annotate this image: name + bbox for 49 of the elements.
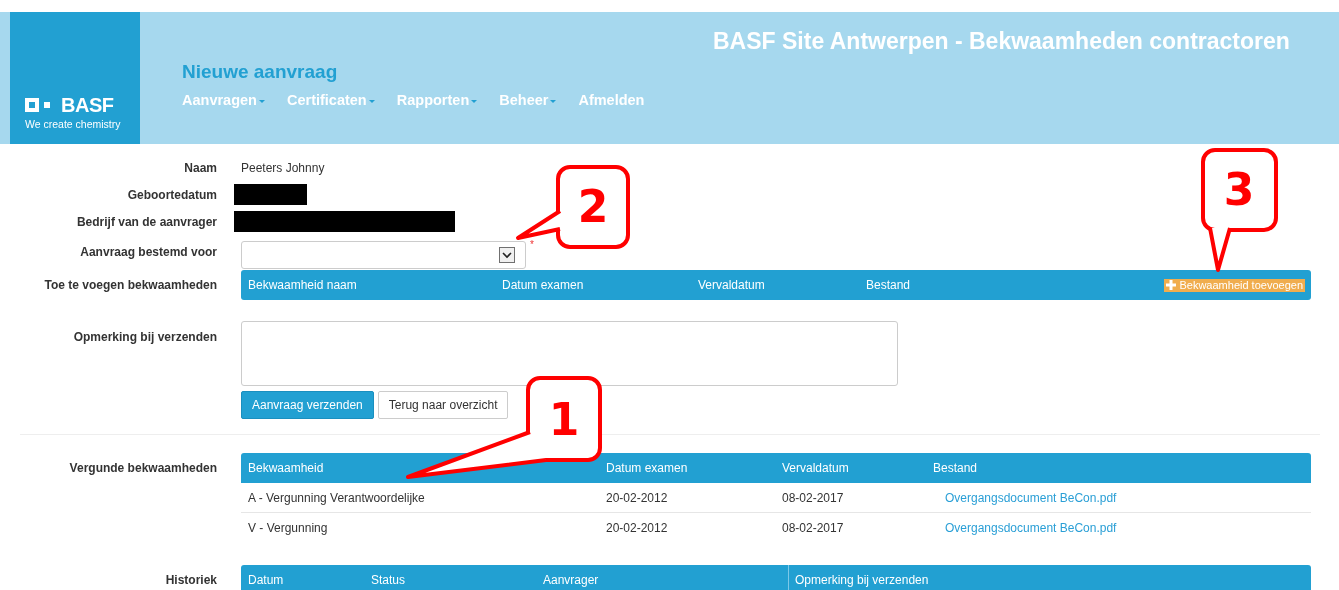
column-header: Bestand (933, 461, 979, 475)
field-label: Geboortedatum (126, 187, 217, 202)
callout-number: 3 (1223, 163, 1255, 217)
logo-wordmark: BASF (61, 95, 114, 115)
table-cell-text: 08-02-2017 (782, 521, 845, 535)
remark-field[interactable] (241, 321, 898, 386)
nav-menu-item[interactable]: Afmelden (578, 92, 645, 108)
nav-menu-item[interactable]: Aanvragen (182, 92, 265, 108)
column-header: Datum (248, 573, 285, 587)
column-header: Status (371, 573, 407, 587)
nav-menu-item[interactable]: Rapporten (396, 92, 478, 108)
plus-icon (1166, 280, 1177, 290)
dropdown-caret-icon (499, 247, 515, 263)
site-title: BASF Site Antwerpen - Bekwaamheden contractoren (713, 28, 1290, 55)
callout-number: 2 (577, 180, 609, 234)
nav-menu-item[interactable]: Certificaten (286, 92, 375, 108)
field-label: Historiek (164, 572, 217, 589)
column-header: Opmerking bij verzenden (788, 565, 1311, 590)
column-header: Datum examen (502, 278, 585, 292)
file-link[interactable]: Overgangsdocument BeCon.pdf (933, 521, 1311, 535)
field-label: Vergunde bekwaamheden (68, 460, 217, 477)
column-header: Vervaldatum (782, 461, 850, 475)
field-label: Opmerking bij verzenden (72, 329, 217, 346)
column-header: Bestand (866, 278, 912, 292)
column-header: Datum examen (606, 461, 689, 475)
field-label: Aanvraag bestemd voor (79, 245, 217, 259)
table-cell-text: 08-02-2017 (782, 490, 845, 505)
nav-menu-item[interactable]: Beheer (499, 92, 557, 108)
logo-tagline: We create chemistry (25, 118, 122, 130)
callout-number: 1 (548, 393, 580, 447)
required-mark: * (530, 239, 534, 250)
field-label: Bedrijf van de aanvrager (75, 214, 217, 229)
field-label: Naam (183, 160, 217, 175)
submit-button[interactable]: Aanvraag verzenden (241, 391, 374, 419)
field-value: Peeters Johnny (241, 160, 325, 175)
back-button[interactable]: Terug naar overzicht (377, 391, 509, 419)
table-cell-text: A - Vergunning Verantwoordelijke (248, 490, 426, 505)
file-link[interactable]: Overgangsdocument BeCon.pdf (933, 490, 1311, 505)
table-cell-text: V - Vergunning (248, 521, 329, 535)
add-button[interactable]: Bekwaamheid toevoegen (1164, 278, 1305, 292)
page-title: Nieuwe aanvraag (182, 61, 339, 83)
dropdown-field[interactable] (241, 241, 526, 269)
column-header: Vervaldatum (698, 278, 766, 292)
column-header: Aanvrager (543, 573, 600, 587)
field-label: Toe te voegen bekwaamheden (43, 277, 217, 294)
column-header: Bekwaamheid naam (248, 278, 358, 292)
table-cell-text: 20-02-2012 (606, 490, 669, 505)
table-cell-text: 20-02-2012 (606, 521, 669, 535)
column-header: Bekwaamheid (248, 461, 325, 475)
